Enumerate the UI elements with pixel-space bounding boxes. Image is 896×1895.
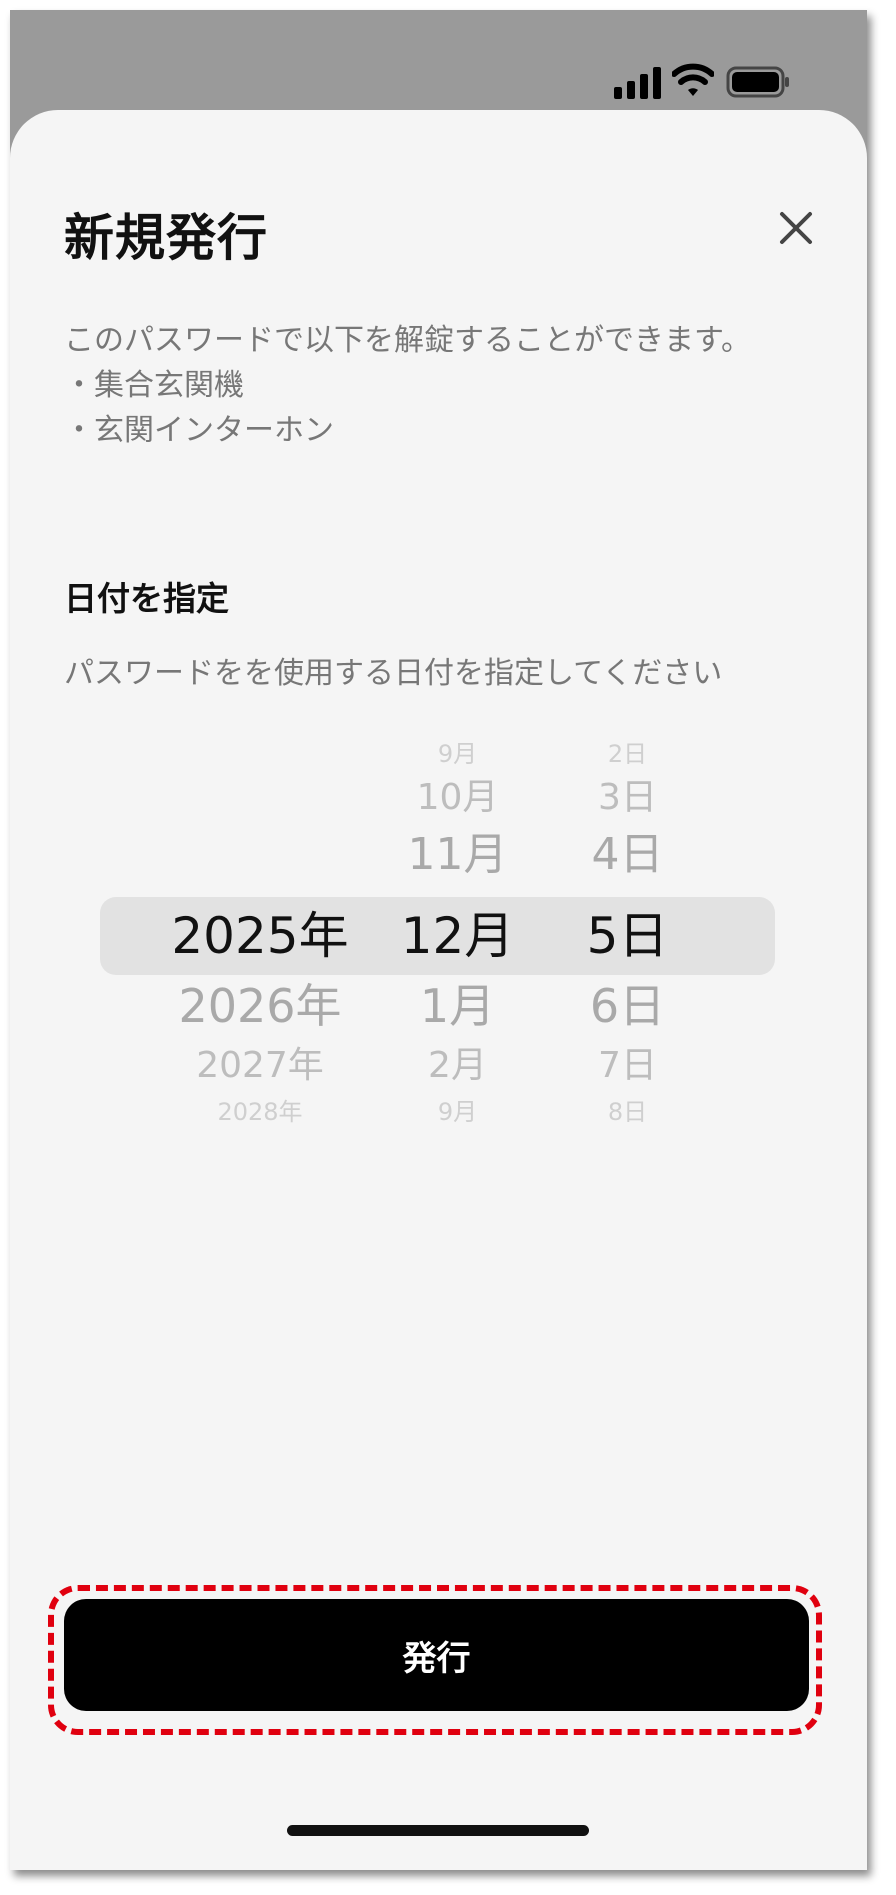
issue-button[interactable]: 発行 bbox=[64, 1599, 809, 1711]
month-wheel[interactable]: 9月 10月 11月 12月 1月 2月 9月 bbox=[385, 730, 530, 1150]
day-option[interactable]: 8日 bbox=[565, 1100, 690, 1124]
day-option[interactable]: 3日 bbox=[565, 780, 690, 816]
month-option[interactable]: 11月 bbox=[385, 833, 530, 877]
month-option[interactable]: 2月 bbox=[385, 1048, 530, 1084]
description-item-intercom: ・玄関インターホン bbox=[64, 413, 334, 448]
cellular-signal-icon bbox=[614, 67, 661, 99]
date-picker[interactable]: 2025年 2026年 2027年 2028年 9月 10月 11月 12月 1… bbox=[10, 730, 867, 1150]
month-option[interactable]: 9月 bbox=[385, 742, 530, 766]
unlock-description: このパスワードで以下を解錠することができます。 ・集合玄関機 ・玄関インターホン bbox=[64, 318, 751, 453]
close-icon[interactable] bbox=[770, 202, 822, 254]
month-option[interactable]: 10月 bbox=[385, 780, 530, 816]
day-option-selected[interactable]: 5日 bbox=[565, 911, 690, 961]
status-bar bbox=[10, 10, 867, 110]
description-item-entrance: ・集合玄関機 bbox=[64, 368, 244, 403]
year-wheel[interactable]: 2025年 2026年 2027年 2028年 bbox=[160, 730, 360, 1150]
day-wheel[interactable]: 2日 3日 4日 5日 6日 7日 8日 bbox=[565, 730, 690, 1150]
battery-icon bbox=[726, 66, 789, 98]
day-option[interactable]: 6日 bbox=[565, 983, 690, 1029]
year-option[interactable]: 2027年 bbox=[160, 1048, 360, 1084]
bottom-sheet: 新規発行 このパスワードで以下を解錠することができます。 ・集合玄関機 ・玄関イ… bbox=[10, 110, 867, 1870]
home-indicator[interactable] bbox=[287, 1825, 589, 1836]
date-section-subtitle: パスワードをを使用する日付を指定してください bbox=[64, 656, 723, 691]
year-option[interactable]: 2026年 bbox=[160, 983, 360, 1029]
day-option[interactable]: 4日 bbox=[565, 833, 690, 877]
day-option[interactable]: 2日 bbox=[565, 742, 690, 766]
year-option[interactable]: 2028年 bbox=[160, 1100, 360, 1124]
month-option[interactable]: 9月 bbox=[385, 1100, 530, 1124]
wifi-icon bbox=[672, 63, 714, 96]
month-option-selected[interactable]: 12月 bbox=[385, 911, 530, 961]
device-frame: 新規発行 このパスワードで以下を解錠することができます。 ・集合玄関機 ・玄関イ… bbox=[10, 10, 867, 1870]
day-option[interactable]: 7日 bbox=[565, 1048, 690, 1084]
description-intro: このパスワードで以下を解錠することができます。 bbox=[64, 323, 751, 358]
year-option-selected[interactable]: 2025年 bbox=[160, 911, 360, 961]
date-section-title: 日付を指定 bbox=[64, 579, 229, 618]
month-option[interactable]: 1月 bbox=[385, 983, 530, 1029]
sheet-title: 新規発行 bbox=[64, 209, 268, 267]
